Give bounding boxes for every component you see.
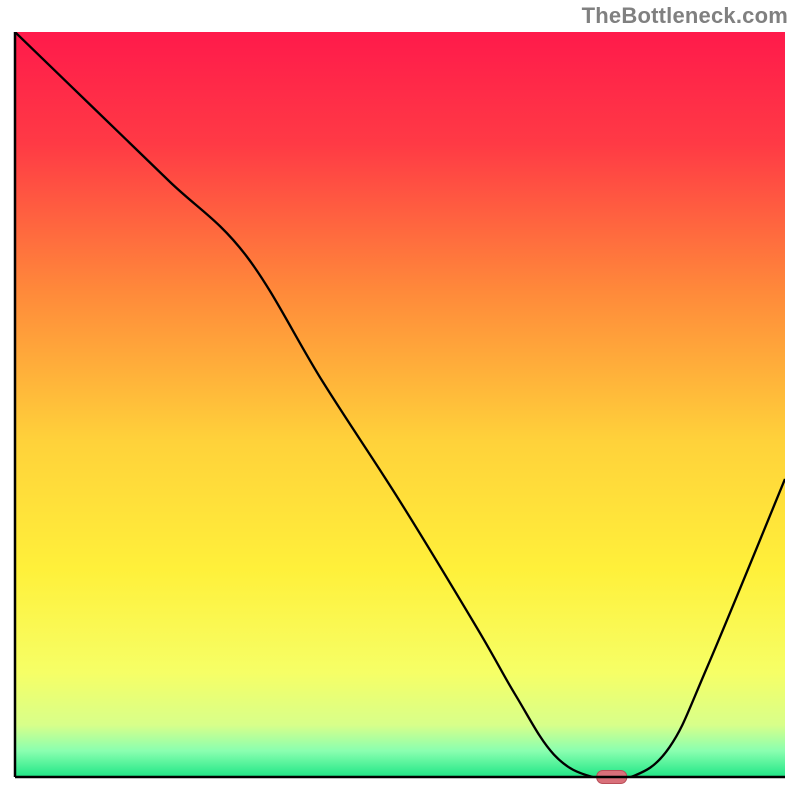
bottleneck-chart <box>0 0 800 800</box>
watermark-label: TheBottleneck.com <box>582 3 788 29</box>
chart-stage: TheBottleneck.com <box>0 0 800 800</box>
